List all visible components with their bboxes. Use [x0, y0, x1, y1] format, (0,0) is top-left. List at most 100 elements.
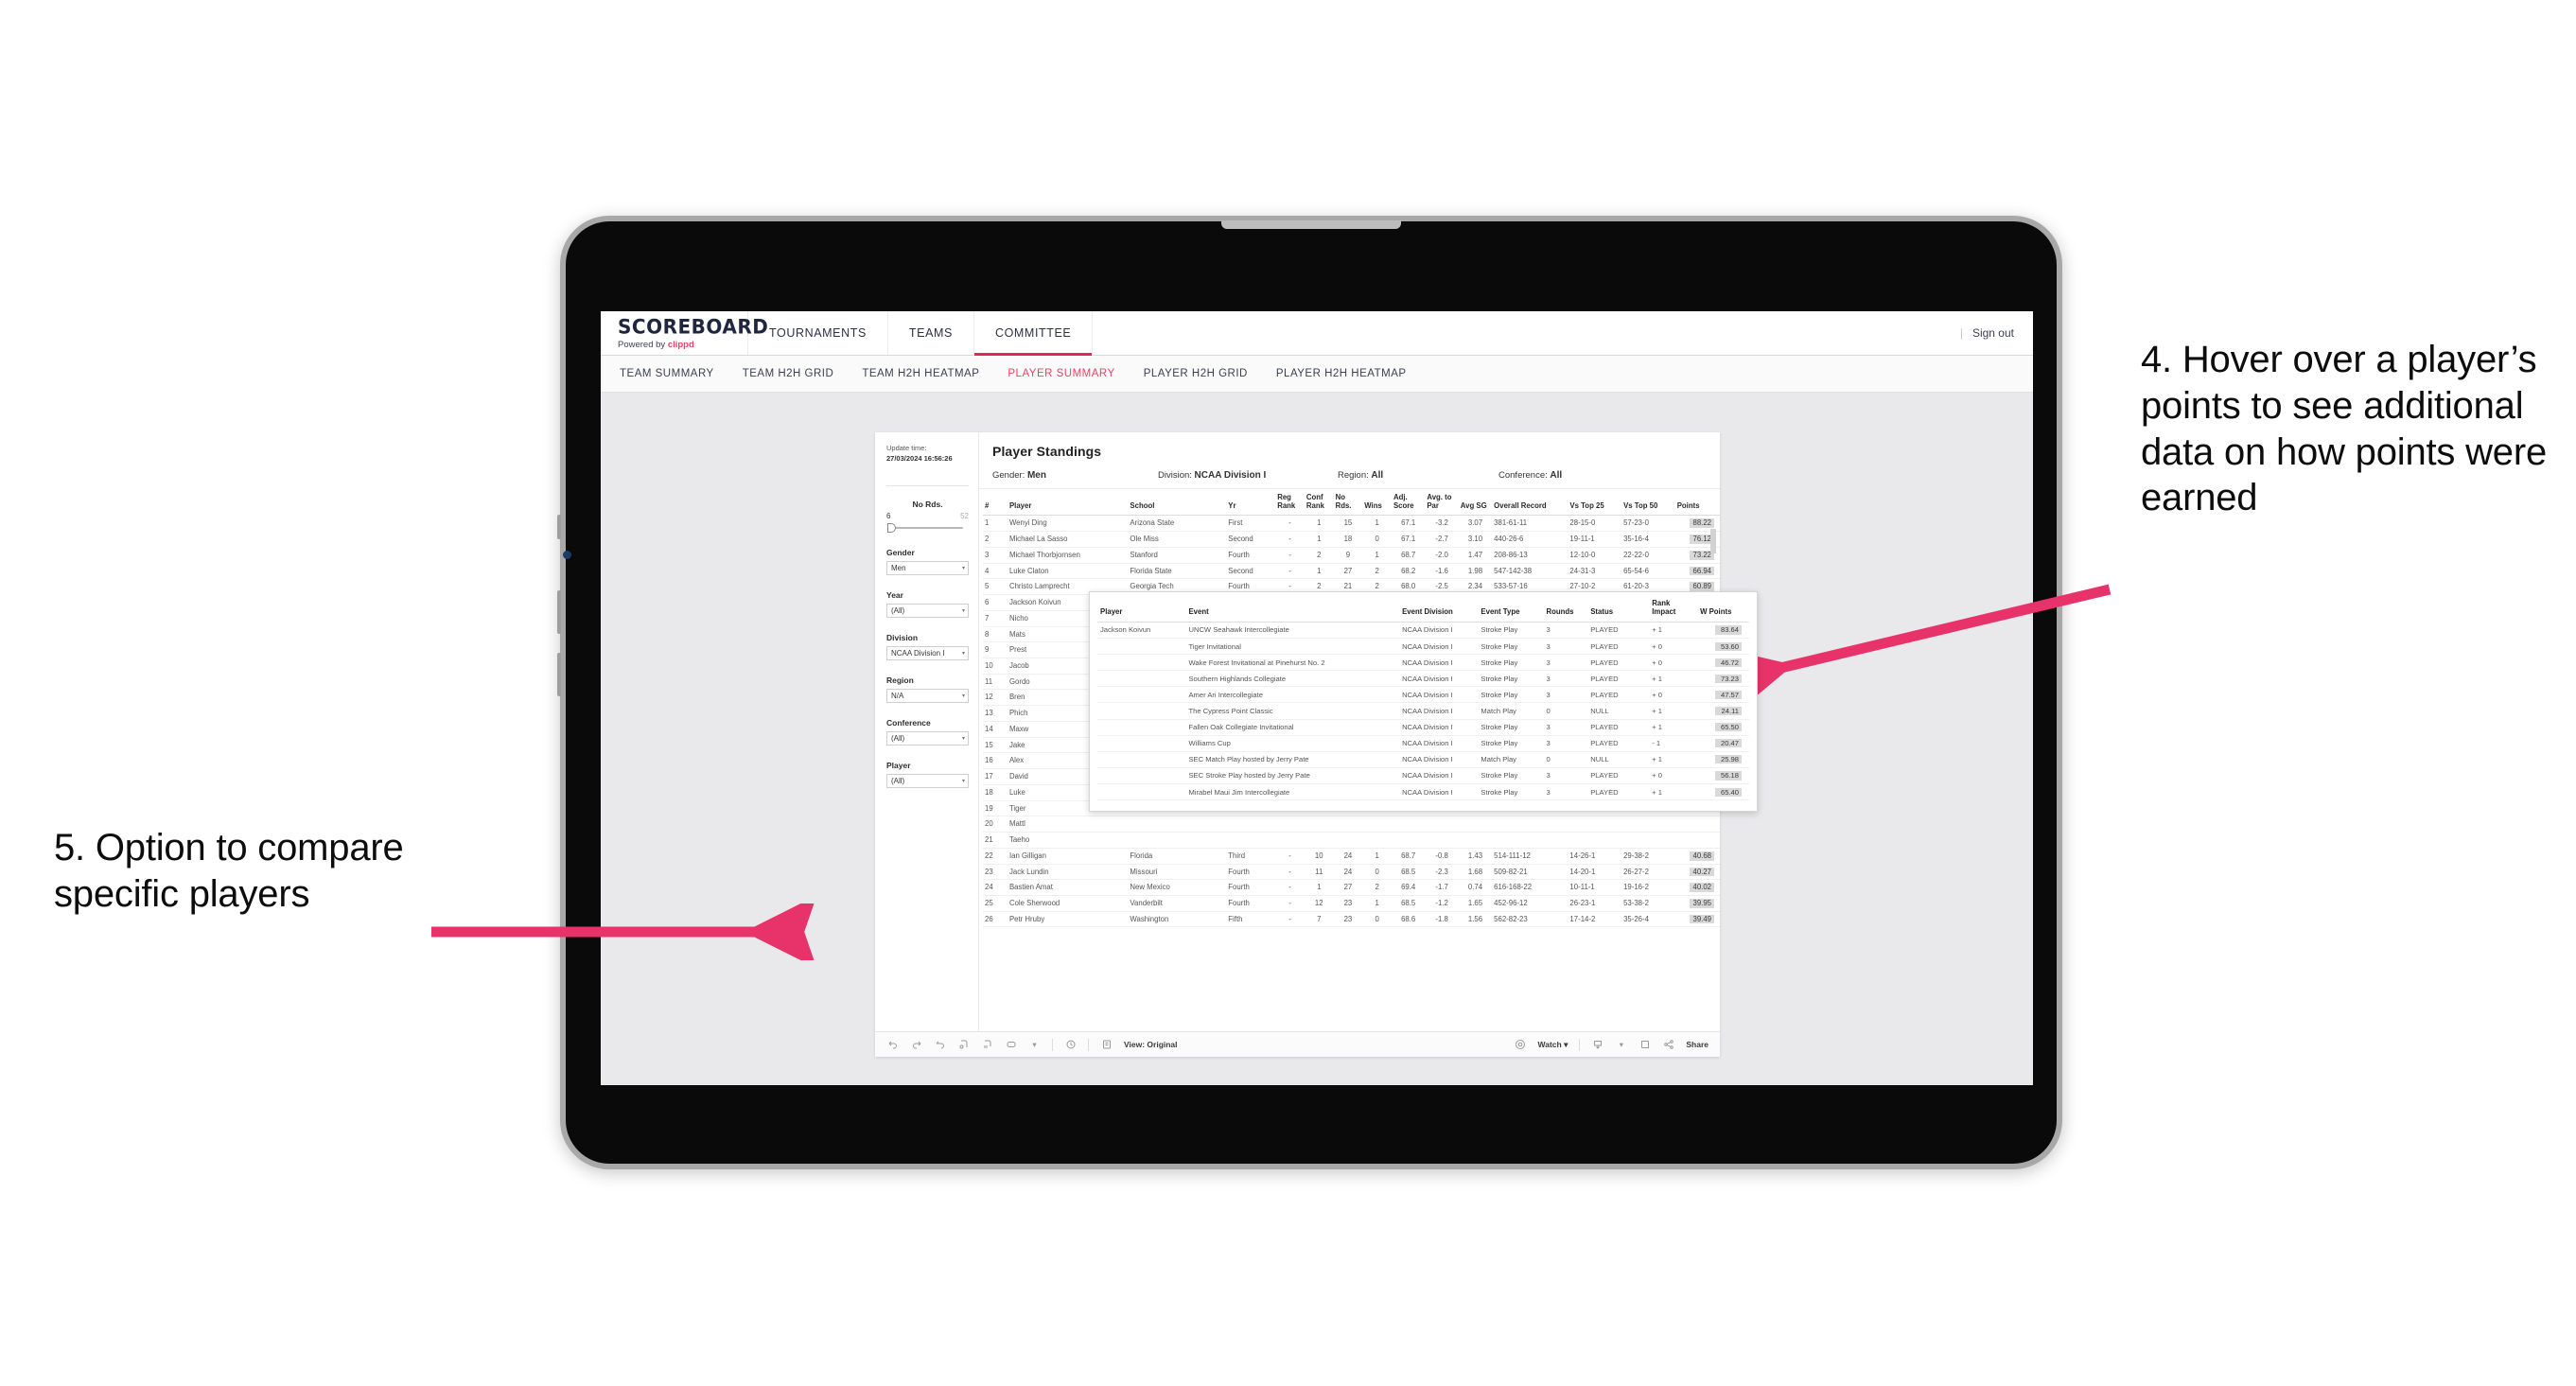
col-avg-to-par[interactable]: Avg. to Par [1425, 489, 1459, 517]
tab-team-summary[interactable]: TEAM SUMMARY [620, 368, 714, 379]
col-yr[interactable]: Yr [1226, 489, 1276, 517]
w-points-chip: 25.98 [1715, 755, 1742, 764]
cell-wins: 1 [1362, 547, 1392, 564]
tt-cell-division: NCAA Division I [1399, 686, 1479, 704]
table-row[interactable]: 4 Luke Claton Florida State Second -1 27 2 68.2… [983, 563, 1720, 580]
tt-cell-type: Stroke Play [1478, 686, 1544, 704]
cell-yr [1226, 816, 1276, 833]
col-overall-record[interactable]: Overall Record [1492, 489, 1568, 517]
view-icon[interactable] [1100, 1039, 1113, 1051]
cell-reg: - [1275, 547, 1305, 564]
clock-icon[interactable] [1064, 1039, 1077, 1051]
slider-handle[interactable] [887, 522, 896, 533]
share-icon[interactable] [1662, 1039, 1674, 1051]
col-wins[interactable]: Wins [1362, 489, 1392, 517]
view-original-label[interactable]: View: Original [1124, 1040, 1178, 1049]
col-reg-rank[interactable]: Reg Rank [1275, 489, 1305, 517]
filter-region-select[interactable]: N/A ▾ [886, 688, 969, 703]
table-row[interactable]: 26 Petr Hruby Washington Fifth -7 23 0 68.6 -1.8… [983, 911, 1720, 928]
table-row[interactable]: 23 Jack Lundin Missouri Fourth -11 24 0 68.5 -2.… [983, 864, 1720, 881]
points-chip[interactable]: 60.89 [1690, 582, 1714, 592]
filter-conference-select[interactable]: (All) ▾ [886, 730, 969, 746]
cell-school: Arizona State [1128, 515, 1227, 533]
no-rounds-slider[interactable] [886, 522, 969, 533]
pause-icon[interactable] [981, 1039, 993, 1051]
points-chip[interactable]: 40.68 [1690, 851, 1714, 861]
table-row[interactable]: 21 Taeho [983, 832, 1720, 849]
table-row[interactable]: 22 Ian Gilligan Florida Third -10 24 1 68.7 -0.8… [983, 848, 1720, 865]
filter-division-select[interactable]: NCAA Division I ▾ [886, 645, 969, 660]
col-adj-score[interactable]: Adj. Score [1391, 489, 1426, 517]
annotation-5-arrow [431, 904, 817, 960]
table-row[interactable]: 24 Bastien Amat New Mexico Fourth -1 27 2 69.4-… [983, 879, 1720, 896]
undo-icon[interactable] [886, 1039, 899, 1051]
filter-gender-select[interactable]: Men ▾ [886, 560, 969, 575]
nav-item-tournaments[interactable]: TOURNAMENTS [748, 311, 888, 355]
tab-player-summary[interactable]: PLAYER SUMMARY [1008, 368, 1114, 379]
app-logo[interactable]: SCOREBOARD Powered by clippd [601, 311, 768, 355]
cell-rec: 562-82-23 [1492, 911, 1568, 928]
col-player[interactable]: Player [1007, 489, 1129, 517]
cell-school: Florida State [1128, 563, 1227, 580]
table-row[interactable]: 25 Cole Sherwood Vanderbilt Fourth -12 23 1 68.… [983, 895, 1720, 912]
w-points-chip: 46.72 [1715, 658, 1742, 667]
col-conf-rank[interactable]: Conf Rank [1304, 489, 1334, 517]
cell-reg [1275, 832, 1305, 849]
chevron-down-icon: ▾ [1564, 1039, 1568, 1049]
col-no-rds[interactable]: No Rds. [1333, 489, 1363, 517]
chevron-down-icon[interactable]: ▾ [1615, 1039, 1627, 1051]
nav-item-committee[interactable]: COMMITTEE [973, 311, 1094, 356]
filter-player-value: (All) [891, 776, 905, 785]
table-row[interactable]: 2 Michael La Sasso Ole Miss Second -1 18 0 67.1… [983, 531, 1720, 548]
viz-toolbar: ▾ View: Original Watch ▾ ▾ Share [875, 1031, 1720, 1057]
tab-player-h2h-heatmap[interactable]: PLAYER H2H HEATMAP [1276, 368, 1407, 379]
table-row[interactable]: 1 Wenyi Ding Arizona State First -1 15 1 67.1 -3… [983, 515, 1720, 533]
filter-player-select[interactable]: (All) ▾ [886, 773, 969, 788]
tt-cell-rounds: 3 [1543, 638, 1588, 656]
cell-player: Bastien Amat [1007, 879, 1129, 896]
standings-scrollbar-thumb[interactable] [1710, 529, 1716, 553]
points-chip[interactable]: 88.22 [1690, 518, 1714, 529]
cell-par [1425, 816, 1459, 833]
watch-icon[interactable] [1515, 1039, 1527, 1051]
cell-reg: - [1275, 879, 1305, 896]
tt-cell-impact: + 1 [1649, 751, 1698, 768]
cell-t25: 14-20-1 [1568, 864, 1622, 881]
points-chip[interactable]: 66.94 [1690, 566, 1714, 576]
col-avg-sg[interactable]: Avg SG [1458, 489, 1493, 517]
fullscreen-icon[interactable] [1638, 1039, 1651, 1051]
tab-team-h2h-heatmap[interactable]: TEAM H2H HEATMAP [862, 368, 979, 379]
points-chip[interactable]: 40.27 [1690, 867, 1714, 877]
tab-player-h2h-grid[interactable]: PLAYER H2H GRID [1144, 368, 1248, 379]
col-rank[interactable]: # [983, 489, 1008, 517]
nav-item-teams[interactable]: TEAMS [888, 311, 974, 355]
redo-icon[interactable] [910, 1039, 922, 1051]
tt-cell-impact: + 0 [1649, 686, 1698, 704]
points-chip[interactable]: 39.49 [1690, 914, 1714, 924]
filter-conference-label: Conference [886, 717, 931, 728]
table-row[interactable]: 3 Michael Thorbjornsen Stanford Fourth -2 9 1 6… [983, 547, 1720, 564]
cell-rank: 7 [983, 610, 1008, 627]
chevron-down-icon[interactable]: ▾ [1028, 1039, 1041, 1051]
sign-out-link[interactable]: Sign out [1972, 326, 2014, 340]
revert-icon[interactable] [934, 1039, 946, 1051]
watch-label[interactable]: Watch ▾ [1538, 1040, 1568, 1050]
toolbar-divider [1088, 1038, 1089, 1051]
tt-cell-wpoints: 47.57 [1697, 686, 1749, 704]
col-vs-top-25[interactable]: Vs Top 25 [1568, 489, 1622, 517]
filter-year-select[interactable]: (All) ▾ [886, 603, 969, 618]
points-chip[interactable]: 40.02 [1690, 883, 1714, 892]
tab-team-h2h-grid[interactable]: TEAM H2H GRID [743, 368, 834, 379]
table-row[interactable]: 20 Mattl [983, 816, 1720, 833]
col-school[interactable]: School [1128, 489, 1227, 517]
share-label[interactable]: Share [1686, 1040, 1709, 1049]
cell-sg: 3.10 [1458, 531, 1493, 548]
shape-icon[interactable] [1005, 1039, 1017, 1051]
meta-region-value: All [1371, 470, 1384, 481]
refresh-icon[interactable] [957, 1039, 970, 1051]
w-points-chip: 24.11 [1715, 706, 1742, 716]
col-vs-top-50[interactable]: Vs Top 50 [1621, 489, 1675, 517]
download-icon[interactable] [1591, 1039, 1603, 1051]
cell-adj: 68.5 [1391, 864, 1426, 881]
points-chip[interactable]: 39.95 [1690, 899, 1714, 908]
